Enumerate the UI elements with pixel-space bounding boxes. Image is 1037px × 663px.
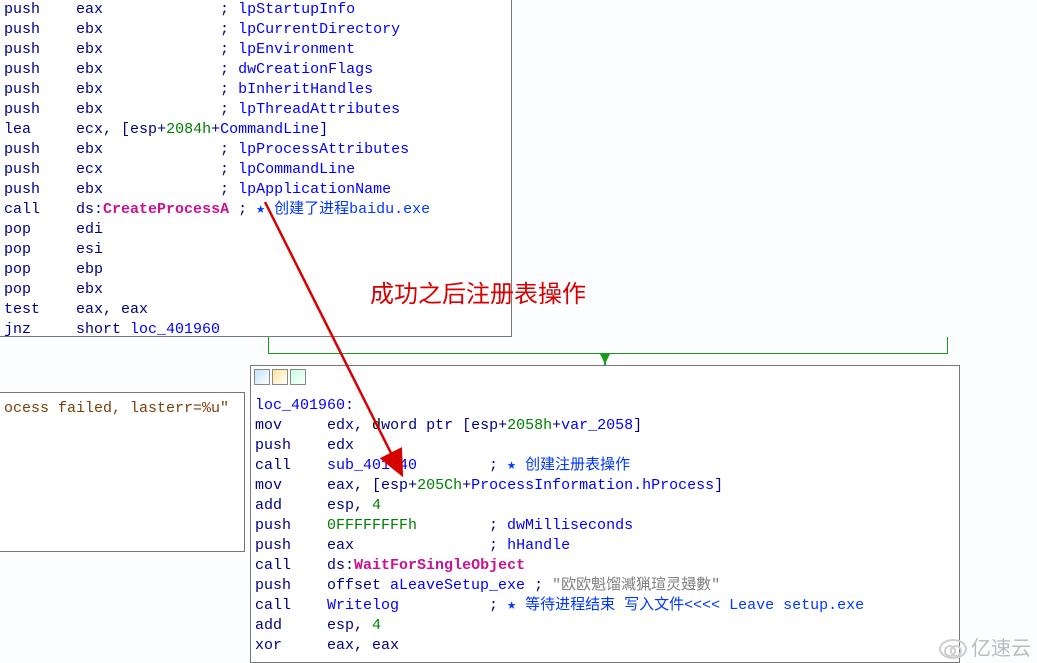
code-line: xor eax, eax xyxy=(255,636,955,656)
annotation-label: 成功之后注册表操作 xyxy=(370,285,586,305)
code-line: loc_401960: xyxy=(255,396,955,416)
code-line: push eax ; lpStartupInfo xyxy=(4,0,507,20)
code-line: call sub_401340 ; ★ 创建注册表操作 xyxy=(255,456,955,476)
code-line: lea ecx, [esp+2084h+CommandLine] xyxy=(4,120,507,140)
code-line: call ds:CreateProcessA ; ★ 创建了进程baidu.ex… xyxy=(4,200,507,220)
code-line: pop edi xyxy=(4,220,507,240)
toolbar-icon-1[interactable] xyxy=(254,369,270,385)
toolbar-icon-3[interactable] xyxy=(290,369,306,385)
watermark-icon xyxy=(939,639,967,659)
code-line: push ebx ; lpCurrentDirectory xyxy=(4,20,507,40)
watermark: 亿速云 xyxy=(939,639,1031,659)
disasm-block-loc401960: loc_401960:mov edx, dword ptr [esp+2058h… xyxy=(250,365,960,663)
block-toolbar xyxy=(254,369,306,385)
code-line: call ds:WaitForSingleObject xyxy=(255,556,955,576)
code-line: pop esi xyxy=(4,240,507,260)
code-line: push ecx ; lpCommandLine xyxy=(4,160,507,180)
toolbar-icon-2[interactable] xyxy=(272,369,288,385)
code-line: push ebx ; dwCreationFlags xyxy=(4,60,507,80)
code-line: mov eax, [esp+205Ch+ProcessInformation.h… xyxy=(255,476,955,496)
code-line: push eax ; hHandle xyxy=(255,536,955,556)
code-line: push ebx ; lpProcessAttributes xyxy=(4,140,507,160)
code-line: mov edx, dword ptr [esp+2058h+var_2058] xyxy=(255,416,955,436)
code-line: add esp, 4 xyxy=(255,616,955,636)
code-line: push ebx ; lpThreadAttributes xyxy=(4,100,507,120)
fail-text: ocess failed, lasterr=%u" xyxy=(4,399,240,419)
code-line: push edx xyxy=(255,436,955,456)
code-line: push ebx ; lpApplicationName xyxy=(4,180,507,200)
code-listing-bottom: loc_401960:mov edx, dword ptr [esp+2058h… xyxy=(255,396,955,656)
true-branch-connector xyxy=(268,337,948,354)
code-line: pop ebp xyxy=(4,260,507,280)
watermark-text: 亿速云 xyxy=(971,639,1031,659)
code-line: push ebx ; bInheritHandles xyxy=(4,80,507,100)
code-line: call Writelog ; ★ 等待进程结束 写入文件<<<< Leave … xyxy=(255,596,955,616)
code-line: add esp, 4 xyxy=(255,496,955,516)
code-line: push ebx ; lpEnvironment xyxy=(4,40,507,60)
disasm-block-failed: ocess failed, lasterr=%u" xyxy=(0,392,245,552)
true-branch-arrow-stem xyxy=(604,353,606,365)
code-line: push 0FFFFFFFFh ; dwMilliseconds xyxy=(255,516,955,536)
code-line: push offset aLeaveSetup_exe ; "欧欧魁馏㵴猟瑄灵攳… xyxy=(255,576,955,596)
